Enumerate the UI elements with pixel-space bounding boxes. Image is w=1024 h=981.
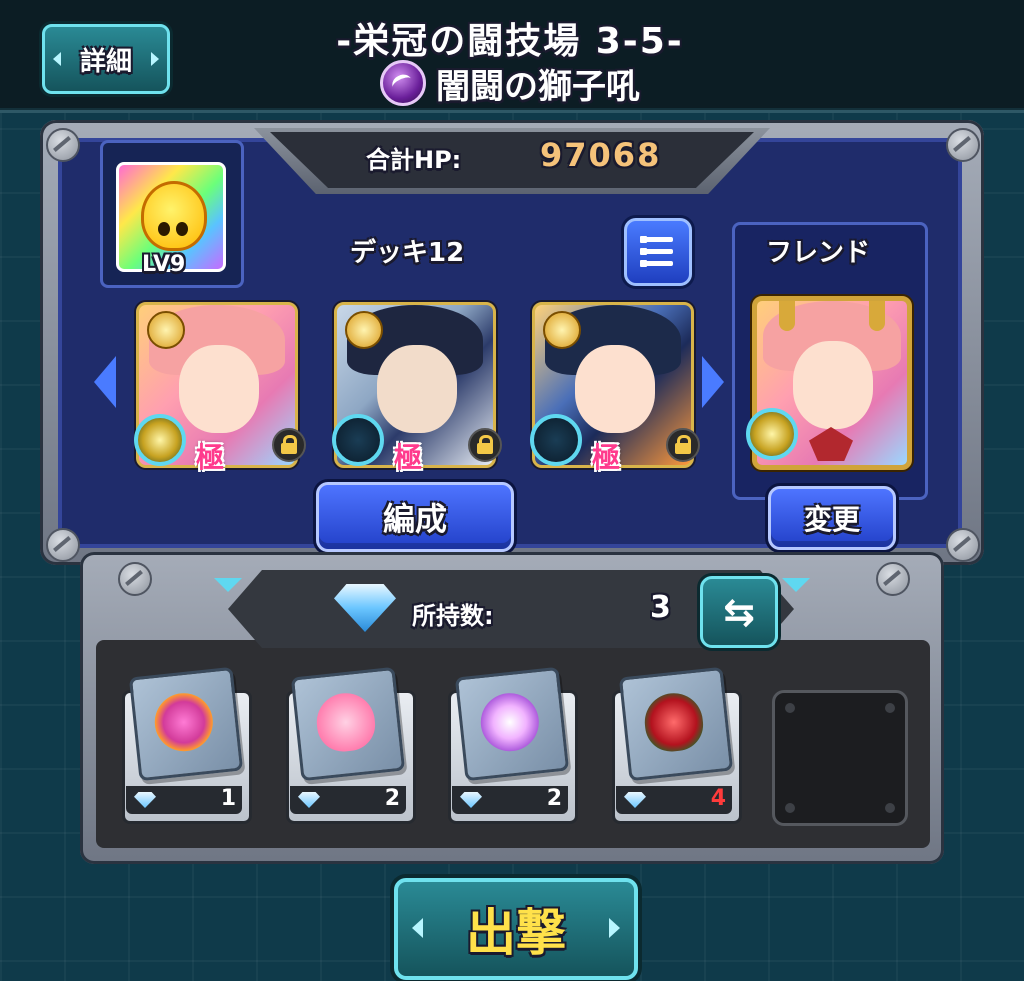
rivet-icon <box>885 703 895 713</box>
list-icon <box>640 260 673 267</box>
stage-subtitle-row: 闇闘の獅子吼 <box>350 60 670 107</box>
kiwami-badge: 極 <box>394 441 423 474</box>
item-card <box>618 666 734 782</box>
change-friend-button[interactable]: 変更 <box>768 486 896 550</box>
lock-icon <box>468 428 502 462</box>
horn-icon <box>779 301 795 331</box>
item-card <box>290 666 406 782</box>
corner-triangle-icon <box>214 578 242 592</box>
total-hp-bar-inner <box>270 132 754 188</box>
item-quantity: 2 <box>546 786 562 811</box>
total-hp-value: 97068 <box>540 136 662 174</box>
power-orb-item-icon <box>477 690 542 755</box>
screw-icon <box>946 128 980 162</box>
total-hp-label: 合計HP: <box>366 146 462 174</box>
friend-emblem-icon <box>809 427 853 461</box>
screw-icon <box>876 562 910 596</box>
sun-badge-icon <box>147 311 185 349</box>
kiwami-badge: 極 <box>196 441 225 474</box>
screw-icon <box>946 528 980 562</box>
item-quantity: 4 <box>710 786 726 811</box>
dark-orb-skill-icon <box>530 414 582 466</box>
kiwami-badge: 極 <box>592 441 621 474</box>
heal-heart-item-icon <box>313 690 378 755</box>
player-level: LV9 <box>142 252 186 277</box>
horn-icon <box>869 301 885 331</box>
swap-arrows-icon: ⇆ <box>723 590 755 634</box>
luck-skill-icon <box>134 414 186 466</box>
left-triangle-icon <box>53 52 61 66</box>
empty-item-slot[interactable] <box>772 690 908 826</box>
right-triangle-icon <box>151 52 159 66</box>
monster-face <box>377 345 457 433</box>
luck-skill-icon <box>746 408 798 460</box>
formation-button-label: 編成 <box>382 500 447 538</box>
avatar-eye <box>158 222 170 236</box>
swap-button[interactable]: ⇆ <box>700 576 778 648</box>
rivet-icon <box>785 703 795 713</box>
list-icon <box>640 248 673 255</box>
stage-subtitle: 闇闘の獅子吼 <box>436 66 640 107</box>
rivet-icon <box>885 803 895 813</box>
detail-button[interactable]: 詳細 <box>42 24 170 94</box>
deck-label: デッキ12 <box>350 238 465 268</box>
sortie-button-label: 出撃 <box>466 904 566 962</box>
right-triangle-icon <box>609 918 620 938</box>
rivet-icon <box>785 803 795 813</box>
lock-icon <box>272 428 306 462</box>
left-triangle-icon <box>412 918 423 938</box>
deck-list-button[interactable] <box>624 218 692 286</box>
dark-orb-skill-icon <box>332 414 384 466</box>
gem-count-label: 所持数: <box>412 602 494 630</box>
lock-icon <box>666 428 700 462</box>
screw-icon <box>46 128 80 162</box>
avatar-character-icon <box>141 181 207 251</box>
item-card <box>128 666 244 782</box>
previous-deck-arrow-icon[interactable] <box>94 356 116 408</box>
corner-triangle-icon <box>782 578 810 592</box>
sun-badge-icon <box>345 311 383 349</box>
detail-button-label: 詳細 <box>79 46 132 77</box>
friend-label: フレンド <box>766 238 871 268</box>
sun-badge-icon <box>543 311 581 349</box>
next-deck-arrow-icon[interactable] <box>702 356 724 408</box>
formation-button[interactable]: 編成 <box>316 482 514 552</box>
item-quantity: 2 <box>384 786 400 811</box>
speed-up-item-icon <box>151 690 216 755</box>
item-card <box>454 666 570 782</box>
screw-icon <box>46 528 80 562</box>
dark-element-icon <box>380 60 426 106</box>
change-button-label: 変更 <box>803 503 860 536</box>
monster-face <box>179 345 259 433</box>
item-quantity: 1 <box>220 786 236 811</box>
gem-count-value: 3 <box>650 590 671 625</box>
monster-face <box>575 345 655 433</box>
screw-icon <box>118 562 152 596</box>
rose-item-icon <box>641 690 706 755</box>
list-icon <box>640 236 673 243</box>
sortie-button[interactable]: 出撃 <box>394 878 638 980</box>
stage-title: -栄冠の闘技場 3-5- <box>336 21 684 62</box>
monster-face <box>793 341 873 429</box>
avatar-eye <box>176 222 188 236</box>
